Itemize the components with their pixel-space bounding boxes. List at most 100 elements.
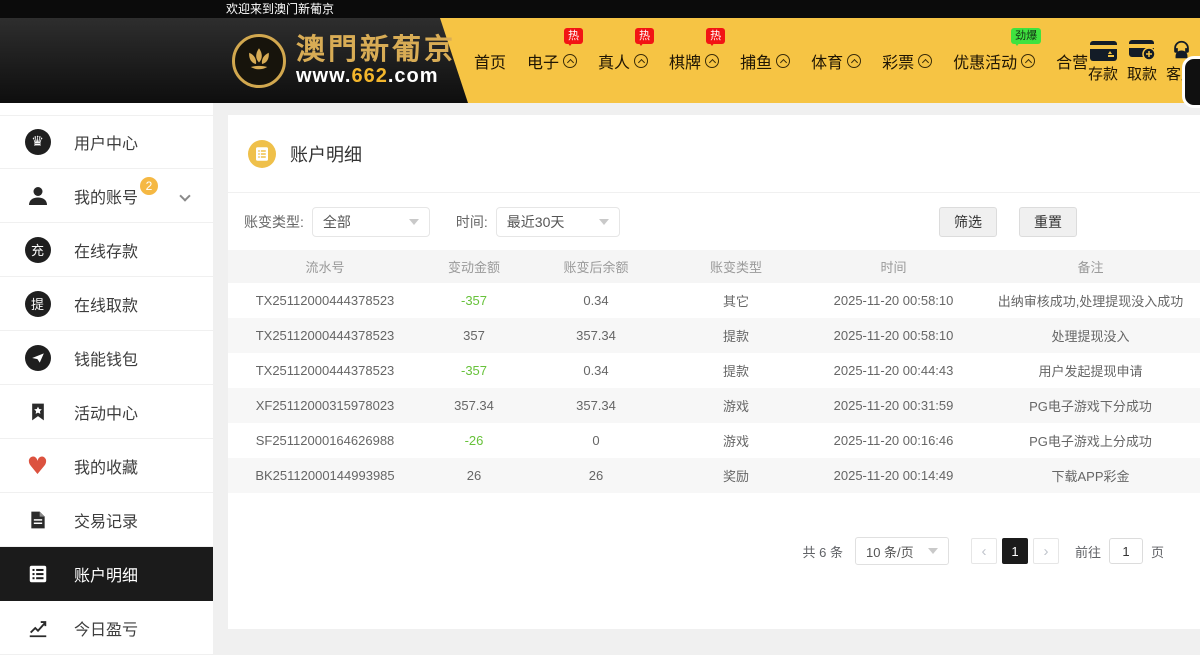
cell-type: 其它: [666, 283, 806, 318]
heart-icon: ♥: [24, 452, 51, 479]
nav-item-live[interactable]: 热 真人: [598, 49, 648, 73]
cell-serial: TX25112000444378523: [228, 353, 422, 388]
url-number: 662: [351, 65, 387, 87]
notification-badge: 2: [140, 177, 158, 195]
nav-label: 合营: [1056, 49, 1088, 73]
document-icon: [24, 506, 51, 533]
reset-button[interactable]: 重置: [1019, 207, 1077, 237]
deposit-card-icon: [1090, 37, 1117, 61]
per-page-select[interactable]: 10 条/页: [855, 537, 949, 565]
caret-down-icon: [599, 219, 609, 225]
cell-remark: PG电子游戏上分成功: [981, 423, 1200, 458]
quick-action-label: 存款: [1088, 63, 1118, 84]
sidebar-item-label: 在线存款: [74, 238, 138, 262]
cell-amount: 357: [422, 318, 526, 353]
sidebar-item-my-account[interactable]: 我的账号 2: [0, 169, 213, 223]
chevron-up-circle-icon: [634, 54, 648, 68]
cell-type: 奖励: [666, 458, 806, 493]
chart-icon: [24, 614, 51, 641]
sidebar-item-transactions[interactable]: 交易记录: [0, 493, 213, 547]
chevron-up-circle-icon: [918, 54, 932, 68]
cell-remark: PG电子游戏下分成功: [981, 388, 1200, 423]
cell-amount: 357.34: [422, 388, 526, 423]
account-details-icon: [248, 140, 276, 168]
page-title: 账户明细: [290, 141, 362, 167]
site-logo[interactable]: 澳門新葡京 www.662.com: [232, 18, 456, 103]
bookmark-star-icon: [24, 398, 51, 425]
sidebar-item-online-deposit[interactable]: 充 在线存款: [0, 223, 213, 277]
current-page[interactable]: 1: [1002, 538, 1028, 564]
sidebar-item-label: 在线取款: [74, 292, 138, 316]
column-header: 流水号: [228, 250, 422, 283]
cell-remark: 下载APP彩金: [981, 458, 1200, 493]
total-count: 共 6 条: [803, 542, 843, 561]
quick-action-withdraw[interactable]: 取款: [1127, 37, 1157, 84]
quick-action-label: 取款: [1127, 63, 1157, 84]
cell-balance: 357.34: [526, 318, 666, 353]
sidebar-item-today-pnl[interactable]: 今日盈亏: [0, 601, 213, 655]
goto-page-input[interactable]: [1109, 538, 1143, 564]
quick-action-deposit[interactable]: 存款: [1088, 37, 1118, 84]
filter-button[interactable]: 筛选: [939, 207, 997, 237]
cell-time: 2025-11-20 00:44:43: [806, 353, 981, 388]
sidebar-item-user-center[interactable]: ♛ 用户中心: [0, 115, 213, 169]
column-header: 变动金额: [422, 250, 526, 283]
nav-item-home[interactable]: 首页: [474, 49, 506, 73]
cell-time: 2025-11-20 00:14:49: [806, 458, 981, 493]
nav-label: 电子: [527, 49, 559, 73]
sidebar-item-account-details[interactable]: 账户明细: [0, 547, 213, 601]
column-header: 备注: [981, 250, 1200, 283]
sidebar-item-label: 交易记录: [74, 508, 138, 532]
prev-page-button[interactable]: ‹: [971, 538, 997, 564]
card-header: 账户明细: [228, 115, 1200, 193]
nav-item-sports[interactable]: 体育: [811, 49, 861, 73]
sidebar-item-online-withdraw[interactable]: 提 在线取款: [0, 277, 213, 331]
account-details-table: 流水号 变动金额 账变后余额 账变类型 时间 备注 TX251120004443…: [228, 250, 1200, 493]
cell-balance: 357.34: [526, 388, 666, 423]
cell-time: 2025-11-20 00:58:10: [806, 318, 981, 353]
table-row: BK25112000144993985 26 26 奖励 2025-11-20 …: [228, 458, 1200, 493]
deposit-circle-icon: 充: [24, 236, 51, 263]
next-page-button[interactable]: ›: [1033, 538, 1059, 564]
column-header: 账变类型: [666, 250, 806, 283]
nav-label: 彩票: [882, 49, 914, 73]
chevron-down-icon: [179, 190, 190, 201]
cell-serial: BK25112000144993985: [228, 458, 422, 493]
caret-down-icon: [409, 219, 419, 225]
hot-badge: 热: [564, 28, 583, 44]
sidebar-item-label: 我的收藏: [74, 454, 138, 478]
nav-item-lottery[interactable]: 彩票: [882, 49, 932, 73]
table-header-row: 流水号 变动金额 账变后余额 账变类型 时间 备注: [228, 250, 1200, 283]
nav-item-fishing[interactable]: 捕鱼: [740, 49, 790, 73]
type-select[interactable]: 全部: [312, 207, 430, 237]
site-header: 澳門新葡京 www.662.com 首页 热 电子 热 真人 热 棋牌 捕鱼 体…: [0, 18, 1200, 103]
nav-label: 首页: [474, 49, 506, 73]
nav-item-affiliate[interactable]: 合营: [1056, 49, 1088, 73]
table-row: TX25112000444378523 -357 0.34 其它 2025-11…: [228, 283, 1200, 318]
sidebar-item-favorites[interactable]: ♥ 我的收藏: [0, 439, 213, 493]
account-details-card: 账户明细 账变类型: 全部 时间: 最近30天 筛选 重置 流水号 变动金额 账…: [228, 115, 1200, 629]
welcome-bar: 欢迎来到澳门新葡京: [0, 0, 1200, 18]
cell-type: 提款: [666, 353, 806, 388]
nav-item-chess[interactable]: 热 棋牌: [669, 49, 719, 73]
new-badge: 劲爆: [1011, 28, 1041, 44]
type-select-value: 全部: [323, 212, 351, 232]
nav-item-slots[interactable]: 热 电子: [527, 49, 577, 73]
sidebar-item-activity-center[interactable]: 活动中心: [0, 385, 213, 439]
cell-balance: 26: [526, 458, 666, 493]
sidebar-item-wallet[interactable]: 钱能钱包: [0, 331, 213, 385]
hot-badge: 热: [706, 28, 725, 44]
time-select[interactable]: 最近30天: [496, 207, 620, 237]
nav-item-promotions[interactable]: 劲爆 优惠活动: [953, 49, 1035, 73]
nav-label: 棋牌: [669, 49, 701, 73]
cell-time: 2025-11-20 00:31:59: [806, 388, 981, 423]
cell-time: 2025-11-20 00:16:46: [806, 423, 981, 458]
lotus-emblem-icon: [232, 34, 286, 88]
cell-serial: TX25112000444378523: [228, 283, 422, 318]
logo-text: 澳門新葡京 www.662.com: [296, 35, 456, 87]
page-unit-label: 页: [1151, 542, 1164, 561]
user-panel-partial[interactable]: [1182, 56, 1200, 108]
url-www: www.: [296, 65, 351, 87]
sidebar-item-label: 我的账号: [74, 184, 138, 208]
caret-down-icon: [928, 548, 938, 554]
